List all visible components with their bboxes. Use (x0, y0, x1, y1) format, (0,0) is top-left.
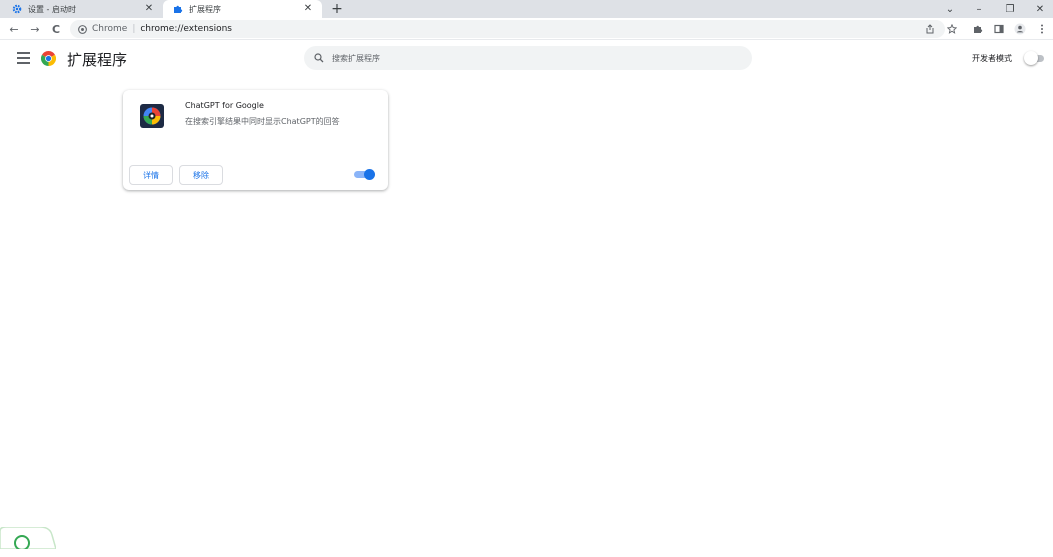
extensions-header: 扩展程序 搜索扩展程序 开发者模式 (0, 41, 1053, 77)
profile-avatar-icon[interactable] (1012, 21, 1028, 37)
url-separator: | (132, 24, 136, 34)
close-window-button[interactable]: ✕ (1030, 0, 1050, 18)
chatgpt-for-google-icon (140, 104, 164, 128)
extension-enable-toggle[interactable] (354, 169, 376, 181)
tab-title: 扩展程序 (189, 4, 221, 14)
floating-widget[interactable] (0, 526, 57, 557)
address-bar[interactable]: Chrome | chrome://extensions (70, 20, 945, 38)
developer-mode-toggle[interactable] (1024, 51, 1046, 65)
hamburger-menu-icon[interactable] (17, 52, 30, 64)
details-button[interactable]: 详情 (129, 165, 173, 185)
back-button[interactable]: ← (6, 21, 22, 37)
close-icon[interactable]: ✕ (143, 3, 155, 14)
search-extensions-input[interactable]: 搜索扩展程序 (304, 46, 752, 70)
minimize-button[interactable]: – (969, 0, 989, 18)
more-menu-icon[interactable] (1034, 21, 1050, 37)
developer-mode-label: 开发者模式 (972, 54, 1012, 63)
puzzle-icon (173, 4, 183, 14)
tab-title: 设置 - 启动时 (28, 4, 76, 14)
chrome-site-icon (78, 24, 87, 34)
remove-button[interactable]: 移除 (179, 165, 223, 185)
new-tab-button[interactable]: + (330, 1, 344, 17)
extension-name: ChatGPT for Google (185, 101, 264, 110)
search-placeholder: 搜索扩展程序 (332, 53, 380, 63)
tab-settings[interactable]: 设置 - 启动时 ✕ (0, 0, 163, 18)
search-icon (314, 53, 324, 63)
forward-button[interactable]: → (27, 21, 43, 37)
tab-extensions[interactable]: 扩展程序 ✕ (163, 0, 322, 18)
extension-card: ChatGPT for Google 在搜索引擎结果中同时显示ChatGPT的回… (123, 90, 388, 190)
gear-icon (12, 4, 22, 14)
extension-description: 在搜索引擎结果中同时显示ChatGPT的回答 (185, 117, 340, 126)
url-text: chrome://extensions (140, 24, 232, 34)
extensions-puzzle-icon[interactable] (970, 21, 986, 37)
browser-toolbar: ← → C Chrome | chrome://extensions (0, 18, 1053, 40)
chrome-logo-icon (40, 51, 57, 66)
restore-button[interactable]: ❐ (1000, 0, 1020, 18)
site-label: Chrome (92, 24, 128, 34)
reload-button[interactable]: C (48, 21, 64, 37)
bookmark-star-icon[interactable] (944, 21, 960, 37)
tab-search-icon[interactable]: ⌄ (940, 0, 960, 18)
page-title: 扩展程序 (67, 51, 128, 69)
side-panel-icon[interactable] (991, 21, 1007, 37)
tab-strip: 设置 - 启动时 ✕ 扩展程序 ✕ + ⌄ – ❐ ✕ (0, 0, 1053, 18)
close-icon[interactable]: ✕ (302, 3, 314, 14)
share-icon[interactable] (922, 21, 938, 37)
